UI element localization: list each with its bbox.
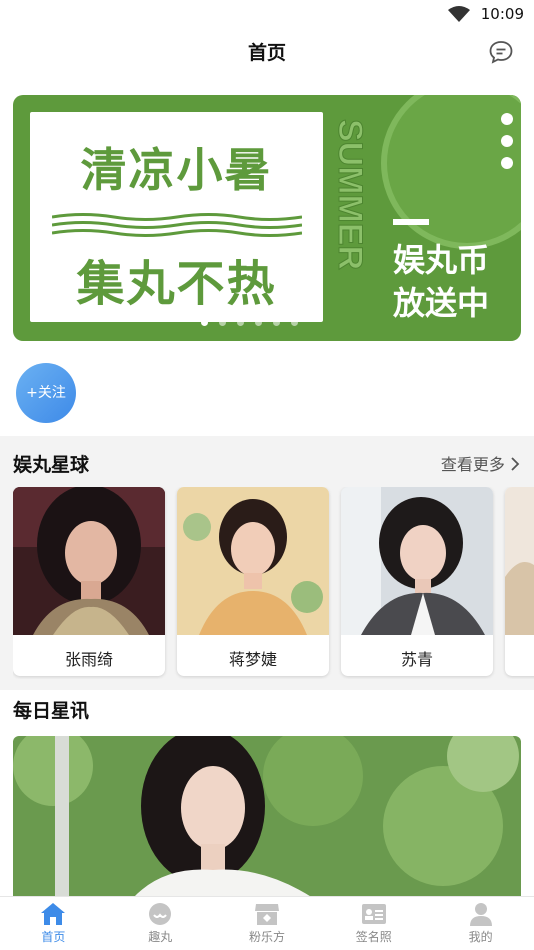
star-name (505, 639, 534, 676)
star-card[interactable]: 苏青 (341, 487, 493, 676)
chevron-right-icon (511, 457, 520, 471)
message-icon[interactable] (488, 39, 514, 65)
star-name: 蒋梦婕 (228, 650, 277, 669)
user-icon (469, 903, 492, 926)
star-card[interactable]: 蒋梦婕 (177, 487, 329, 676)
banner-page-indicator (201, 319, 298, 326)
status-time: 10:09 (480, 5, 524, 23)
star-photo (13, 487, 165, 635)
indicator-dot (255, 319, 262, 326)
banner-headline-2: 集丸不热 (76, 256, 277, 312)
indicator-dot (201, 319, 208, 326)
home-icon (41, 903, 66, 925)
star-photo (505, 487, 534, 635)
tab-label: 首页 (41, 930, 66, 944)
banner-summer-text: SUMMER (331, 119, 369, 270)
banner-coin-line-1: 娱丸币 (393, 241, 490, 279)
news-photo (13, 736, 521, 898)
star-card[interactable] (505, 487, 534, 676)
star-card[interactable]: 张雨绮 (13, 487, 165, 676)
banner-side-dots (501, 113, 513, 179)
tab-label: 趣丸 (148, 930, 173, 944)
star-photo (177, 487, 329, 635)
see-more-link[interactable]: 查看更多 (441, 451, 520, 475)
tab-quwan[interactable]: 趣丸 (107, 897, 214, 950)
star-name: 张雨绮 (64, 650, 113, 669)
follow-button[interactable]: +关注 (16, 363, 76, 423)
indicator-dot (219, 319, 226, 326)
star-name: 苏青 (400, 650, 433, 669)
banner-text-card: 清凉小暑 集丸不热 (30, 112, 323, 322)
banner-headline-1: 清凉小暑 (80, 143, 273, 197)
tab-label: 签名照 (355, 930, 392, 944)
banner-dash (393, 219, 429, 225)
banner-decor-circle (381, 95, 521, 249)
page-title: 首页 (247, 42, 286, 64)
indicator-dot (237, 319, 244, 326)
wifi-icon (448, 6, 470, 22)
bottom-tab-bar: 首页 趣丸 粉乐方 签名照 我的 (0, 896, 534, 950)
star-photo (341, 487, 493, 635)
banner-wave-lines (52, 213, 302, 237)
banner-coin-line-2: 放送中 (393, 284, 490, 322)
tab-fenlefang[interactable]: 粉乐方 (214, 897, 321, 950)
tab-label: 粉乐方 (248, 930, 285, 944)
tab-home[interactable]: 首页 (0, 897, 107, 950)
tab-mine[interactable]: 我的 (427, 897, 534, 950)
indicator-dot (273, 319, 280, 326)
status-bar: 10:09 (0, 0, 534, 28)
tab-qianmingzhao[interactable]: 签名照 (320, 897, 427, 950)
tab-label: 我的 (468, 930, 493, 944)
promo-banner[interactable]: 清凉小暑 集丸不热 SUMMER 娱丸币 放送中 (13, 95, 521, 341)
indicator-dot (291, 319, 298, 326)
news-section-title: 每日星讯 (13, 700, 90, 722)
star-card-list[interactable]: 张雨绮 蒋梦婕 苏青 (13, 487, 534, 679)
banner-vertical-text: SUMMER (331, 119, 370, 271)
id-card-icon (361, 904, 386, 924)
star-section-title: 娱丸星球 (13, 454, 90, 476)
top-nav-bar: 首页 (0, 28, 534, 76)
see-more-label: 查看更多 (440, 455, 505, 474)
shop-icon (254, 904, 279, 925)
chat-bubble-icon (149, 903, 172, 925)
news-feature-image[interactable] (13, 736, 521, 898)
